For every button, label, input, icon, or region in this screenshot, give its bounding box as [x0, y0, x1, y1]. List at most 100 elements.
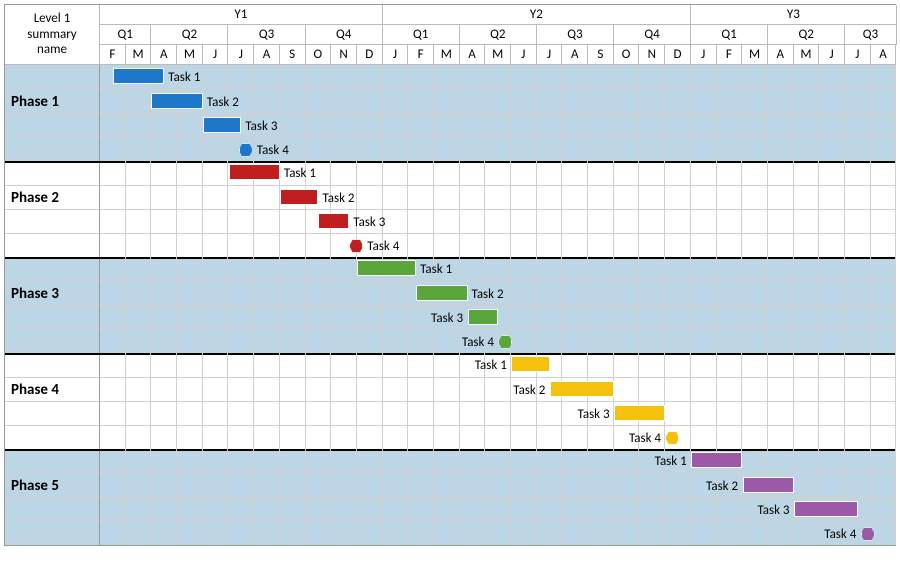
phase-label — [5, 305, 100, 329]
gantt-chart: Level 1summarynameY1Y2Y3Q1Q2Q3Q4Q1Q2Q3Q4… — [4, 4, 896, 546]
month-header: A — [871, 45, 897, 65]
phase-label — [5, 65, 100, 89]
task-row: Task 4 — [5, 137, 895, 161]
task-label: Task 3 — [578, 405, 610, 423]
task-row: Task 4 — [5, 425, 895, 449]
task-label: Task 3 — [353, 213, 385, 231]
quarter-header: Q1 — [100, 25, 151, 45]
phase-label — [5, 521, 100, 545]
row-header-label: Level 1summaryname — [5, 5, 100, 65]
month-header: M — [126, 45, 152, 65]
task-row: Phase 2Task 2 — [5, 185, 895, 209]
phase-block: Task 1Phase 3Task 2Task 3Task 4 — [5, 257, 895, 353]
task-row: Task 3 — [5, 497, 895, 521]
task-label: Task 3 — [757, 501, 789, 519]
task-bar[interactable] — [743, 477, 794, 493]
task-bar[interactable] — [357, 260, 416, 276]
month-header: A — [460, 45, 486, 65]
task-label: Task 2 — [706, 477, 738, 495]
month-header: D — [357, 45, 383, 65]
task-label: Task 3 — [245, 117, 277, 135]
quarter-header: Q1 — [383, 25, 460, 45]
task-bar[interactable] — [794, 501, 858, 517]
task-bar[interactable] — [416, 285, 467, 301]
month-header: J — [383, 45, 409, 65]
phase-label: Phase 4 — [5, 377, 100, 401]
task-bar[interactable] — [511, 356, 550, 372]
month-header: O — [306, 45, 332, 65]
task-label: Task 2 — [322, 189, 354, 207]
quarter-header: Q4 — [614, 25, 691, 45]
task-row: Task 3 — [5, 305, 895, 329]
month-header: J — [228, 45, 254, 65]
month-header: M — [794, 45, 820, 65]
quarter-header: Q4 — [306, 25, 383, 45]
task-label: Task 1 — [475, 356, 507, 374]
task-bar[interactable] — [318, 213, 349, 229]
task-row: Phase 1Task 2 — [5, 89, 895, 113]
quarter-header: Q2 — [768, 25, 845, 45]
task-row: Task 3 — [5, 113, 895, 137]
month-header: A — [768, 45, 794, 65]
task-bar[interactable] — [280, 189, 319, 205]
task-bar[interactable] — [468, 309, 499, 325]
month-header: J — [203, 45, 229, 65]
year-header: Y2 — [383, 5, 691, 25]
timeline-header: Level 1summarynameY1Y2Y3Q1Q2Q3Q4Q1Q2Q3Q4… — [5, 5, 895, 65]
phase-label — [5, 137, 100, 161]
task-row: Task 4 — [5, 329, 895, 353]
phase-label: Phase 3 — [5, 281, 100, 305]
task-row: Task 1 — [5, 65, 895, 89]
task-bar[interactable] — [203, 117, 242, 133]
task-bar[interactable] — [550, 381, 614, 397]
phase-block: Task 1Phase 2Task 2Task 3Task 4 — [5, 161, 895, 257]
phase-label — [5, 113, 100, 137]
task-label: Task 4 — [629, 429, 661, 447]
month-header: J — [691, 45, 717, 65]
phase-block: Task 1 Phase 4 Task 2 Task 3 Task 4 — [5, 353, 895, 449]
task-bar[interactable] — [113, 68, 164, 84]
month-header: J — [845, 45, 871, 65]
phase-label — [5, 233, 100, 257]
month-header: F — [717, 45, 743, 65]
month-header: A — [254, 45, 280, 65]
quarter-header: Q1 — [691, 25, 768, 45]
phase-label — [5, 497, 100, 521]
phase-label — [5, 401, 100, 425]
task-label: Task 2 — [513, 381, 545, 399]
task-row: Phase 4 Task 2 — [5, 377, 895, 401]
task-label: Task 4 — [462, 333, 494, 351]
month-header: S — [588, 45, 614, 65]
year-header: Y1 — [100, 5, 383, 25]
quarter-header: Q2 — [151, 25, 228, 45]
task-label: Task 3 — [431, 309, 463, 327]
month-header: M — [177, 45, 203, 65]
quarter-header: Q3 — [537, 25, 614, 45]
month-header: J — [819, 45, 845, 65]
task-label: Task 4 — [824, 525, 856, 543]
phase-label — [5, 449, 100, 473]
task-label: Task 1 — [655, 452, 687, 470]
month-header: D — [665, 45, 691, 65]
month-header: F — [408, 45, 434, 65]
task-label: Task 4 — [367, 237, 399, 255]
month-header: N — [331, 45, 357, 65]
month-header: A — [562, 45, 588, 65]
month-header: N — [639, 45, 665, 65]
phase-block: Task 1 Phase 5 Task 2 Task 3 Task 4 — [5, 449, 895, 545]
month-header: O — [614, 45, 640, 65]
task-bar[interactable] — [229, 164, 280, 180]
task-bar[interactable] — [614, 405, 665, 421]
task-bar[interactable] — [691, 452, 742, 468]
phase-label: Phase 5 — [5, 473, 100, 497]
task-row: Task 3 — [5, 209, 895, 233]
month-header: M — [434, 45, 460, 65]
phase-label — [5, 161, 100, 185]
month-header: A — [151, 45, 177, 65]
phase-label: Phase 1 — [5, 89, 100, 113]
task-bar[interactable] — [151, 93, 202, 109]
task-row: Task 3 — [5, 401, 895, 425]
task-label: Task 1 — [420, 260, 452, 278]
task-row: Task 4 — [5, 521, 895, 545]
month-header: J — [537, 45, 563, 65]
